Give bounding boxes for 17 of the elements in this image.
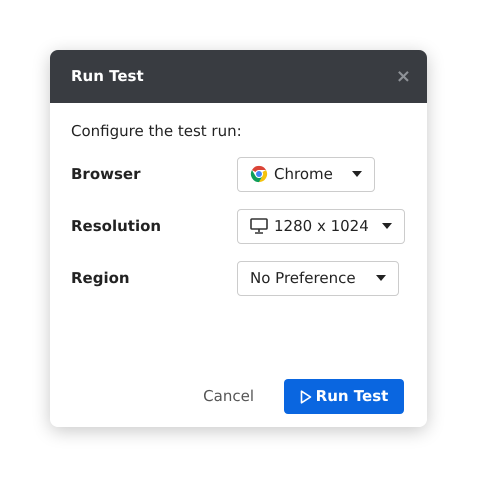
intro-text: Configure the test run:	[71, 121, 243, 142]
dropdown[interactable]: No Preference	[237, 260, 399, 296]
dialog-title: Run Test	[71, 66, 144, 88]
field-label: Region	[71, 268, 131, 289]
field-label: Browser	[71, 164, 142, 185]
play-icon	[300, 390, 312, 404]
cancel-button[interactable]: Cancel	[203, 385, 254, 408]
run-button[interactable]: Run Test	[284, 379, 404, 414]
caret-icon	[376, 275, 386, 281]
caret-icon	[382, 223, 392, 229]
browser-logo-icon	[250, 165, 268, 183]
monitor-icon	[250, 218, 268, 234]
close-button[interactable]: ×	[396, 68, 411, 86]
caret-icon	[352, 171, 362, 177]
field-label: Resolution	[71, 216, 162, 237]
dropdown[interactable]: 1280 x 1024	[237, 208, 405, 244]
dropdown[interactable]: Chrome	[237, 156, 375, 192]
